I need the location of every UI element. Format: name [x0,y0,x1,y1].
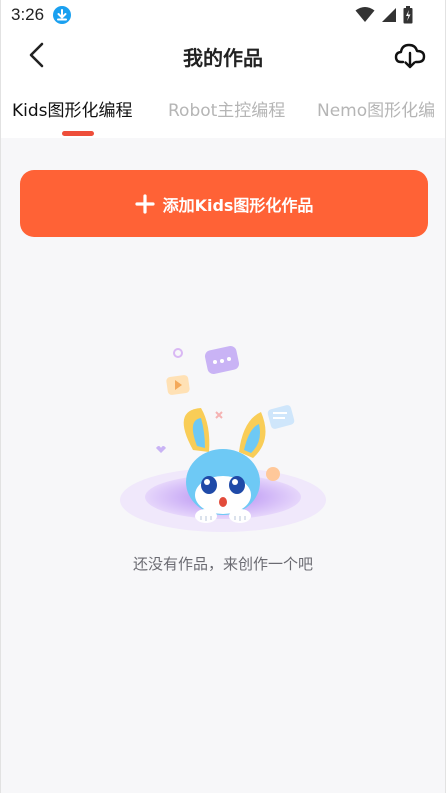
page-title: 我的作品 [183,46,263,70]
add-work-button[interactable]: 添加Kids图形化作品 [20,170,428,237]
battery-icon [403,6,413,24]
add-work-label: 添加Kids图形化作品 [162,195,314,215]
download-notification-icon [53,6,71,24]
status-time: 3:26 [11,5,45,24]
status-bar: 3:26 [1,0,445,30]
plus-icon [134,193,155,214]
cloud-download-icon [394,43,426,69]
wifi-icon [355,7,375,22]
rabbit-mascot-illustration [120,346,326,532]
cloud-download-button[interactable] [393,38,427,72]
empty-state-illustration [111,340,341,535]
status-icons [355,6,413,24]
top-panel: 3:26 我的作品 Kids图形化编程 Robot主控编程 Nemo图形化编 [1,0,445,138]
tab-kids[interactable]: Kids图形化编程 [12,96,133,121]
tab-nemo[interactable]: Nemo图形化编 [317,96,435,121]
tab-robot[interactable]: Robot主控编程 [168,96,285,121]
tab-indicator [62,131,94,136]
empty-state-message: 还没有作品，来创作一个吧 [132,555,313,573]
signal-icon [382,8,396,22]
tab-bar: Kids图形化编程 Robot主控编程 Nemo图形化编 [1,92,445,138]
